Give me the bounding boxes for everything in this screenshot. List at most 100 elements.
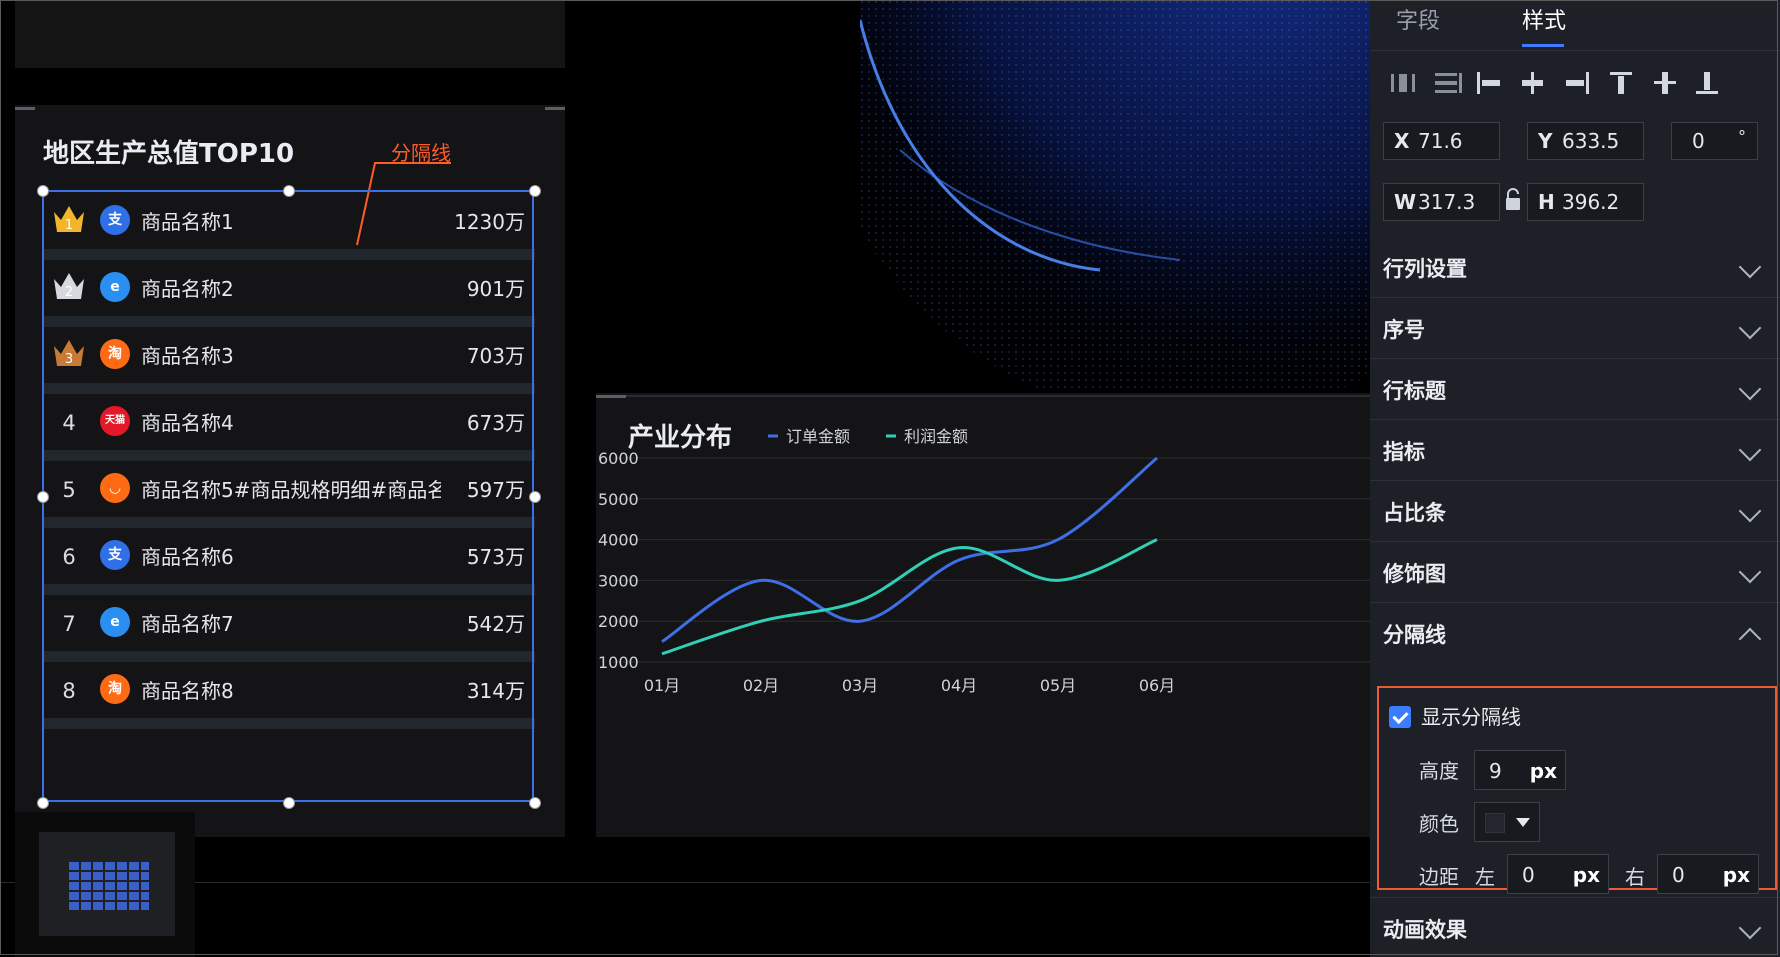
y-tick-label: 5000 [598,490,639,509]
h-field[interactable]: H 396.2 [1527,183,1644,221]
rotation-field[interactable]: 0 ° [1671,122,1758,160]
design-canvas[interactable]: 地区生产总值TOP10 分隔线 1 支商品名称1 1230万 2 e 商品名称2 901万 3… [0,0,1370,957]
tab-bar: 字段 样式 [1370,0,1780,51]
ranking-title: 地区生产总值TOP10 [43,139,295,169]
resize-handle-tl[interactable] [37,185,49,197]
margin-right-input[interactable]: 0 px [1657,854,1759,894]
section-metric[interactable]: 指标 [1370,420,1780,481]
minimap[interactable] [15,812,195,957]
align-center-v-icon[interactable] [1650,70,1680,96]
height-value: 9 [1489,759,1502,783]
section-row-title-label: 行标题 [1383,379,1446,403]
section-index-label: 序号 [1383,318,1425,342]
rank-name: 商品名称3 [141,344,234,368]
tab-field[interactable]: 字段 [1396,3,1440,35]
align-top-icon[interactable] [1606,70,1636,96]
shop-icon: ◡ [100,473,130,503]
rank-name: 商品名称2 [141,277,234,301]
section-ratio-bar[interactable]: 占比条 [1370,481,1780,542]
taobao-icon: 淘 [100,674,130,704]
section-decor-label: 修饰图 [1383,562,1446,586]
chevron-down-icon [1738,438,1762,462]
crown-icon: 1 [54,206,84,233]
rank-name: 商品名称8 [141,679,234,703]
alignment-toolbar [1370,62,1780,102]
section-row-title[interactable]: 行标题 [1370,359,1780,420]
distribute-vertical-icon[interactable] [1432,70,1462,96]
ranking-row[interactable]: 8 淘商品名称8 314万 [43,661,535,729]
section-metric-label: 指标 [1383,440,1425,464]
ranking-row[interactable]: 5 ◡ 商品名称5#商品规格明细#商品名称 597万 [43,460,535,528]
align-center-h-icon[interactable] [1518,70,1548,96]
rank-name: 商品名称6 [141,545,234,569]
x-tick-label: 03月 [842,676,878,695]
crown-icon: 3 [54,340,84,367]
ranking-row[interactable]: 2 e 商品名称2 901万 [43,259,535,327]
w-value: 317.3 [1418,190,1476,214]
rank-name: 商品名称1 [141,210,234,234]
margin-right-value: 0 [1672,863,1685,887]
margin-left-input[interactable]: 0 px [1507,854,1609,894]
distribute-horizontal-icon[interactable] [1388,70,1418,96]
x-field[interactable]: X 71.6 [1383,122,1500,160]
panel-handle-right[interactable] [545,107,565,110]
ranking-row[interactable]: 1 支商品名称1 1230万 [43,192,535,260]
property-panel: 字段 样式 X 71.6 Y 633.5 0 ° W 317.3 H 396.2… [1370,0,1780,957]
rank-index: 7 [62,612,76,636]
section-decor[interactable]: 修饰图 [1370,542,1780,603]
section-animation[interactable]: 动画效果 [1370,897,1780,957]
aspect-lock-icon[interactable] [1503,188,1523,212]
resize-handle-br[interactable] [529,797,541,809]
height-input[interactable]: 9 px [1474,750,1566,790]
margin-right-unit: px [1722,863,1750,887]
ranking-panel[interactable]: 地区生产总值TOP10 分隔线 1 支商品名称1 1230万 2 e 商品名称2 901万 3… [15,105,565,837]
resize-handle-tr[interactable] [529,185,541,197]
align-left-icon[interactable] [1474,70,1504,96]
margin-left-label: 左 [1475,865,1495,889]
color-label: 颜色 [1419,812,1459,836]
canvas-divider [0,882,1370,883]
show-divider-checkbox[interactable] [1389,706,1411,728]
height-label: 高度 [1419,759,1459,783]
section-divider[interactable]: 分隔线 [1370,603,1780,664]
rank-value: 703万 [466,344,525,368]
rank-value: 314万 [466,679,525,703]
ranking-row[interactable]: 3 淘商品名称3 703万 [43,326,535,394]
x-tick-label: 02月 [743,676,779,695]
align-right-icon[interactable] [1562,70,1592,96]
rank-index: 8 [62,679,76,703]
ranking-row[interactable]: 6 支商品名称6 573万 [43,527,535,595]
tab-style[interactable]: 样式 [1522,3,1566,35]
x-tick-label: 06月 [1139,676,1175,695]
w-label: W [1394,190,1417,214]
y-tick-label: 6000 [598,449,639,468]
rank-index: 6 [62,545,76,569]
panel-handle-left[interactable] [15,107,35,110]
ranking-row[interactable]: 4 天猫 商品名称4 673万 [43,393,535,461]
align-bottom-icon[interactable] [1692,70,1722,96]
rotation-value: 0 [1692,129,1705,153]
legend-label: 订单金额 [786,427,850,446]
rank-name: 商品名称7 [141,612,234,636]
section-animation-label: 动画效果 [1383,918,1467,942]
resize-handle-left[interactable] [37,491,49,503]
section-ratio-bar-label: 占比条 [1383,501,1446,525]
resize-handle-right[interactable] [529,491,541,503]
resize-handle-bottom[interactable] [283,797,295,809]
y-tick-label: 2000 [598,612,639,631]
y-label: Y [1538,129,1553,153]
resize-handle-top[interactable] [283,185,295,197]
y-field[interactable]: Y 633.5 [1527,122,1644,160]
line-chart-panel[interactable]: 产业分布 6000 5000 4000 3000 2000 1000 01月 02月 03月 04… [596,393,1370,837]
w-field[interactable]: W 317.3 [1383,183,1500,221]
resize-handle-bl[interactable] [37,797,49,809]
minimap-thumbnail[interactable] [39,832,175,936]
rank-name: 商品名称5#商品规格明细#商品名称 [141,478,441,502]
rank-index: 5 [62,478,76,502]
section-index[interactable]: 序号 [1370,298,1780,359]
top-widget-card[interactable] [15,0,565,68]
ranking-row[interactable]: 7 e 商品名称7 542万 [43,594,535,662]
divider-settings: 显示分隔线 高度 9 px 颜色 边距 左 0 px 右 0 px [1377,686,1777,894]
section-row-col[interactable]: 行列设置 [1370,237,1780,298]
color-picker[interactable] [1474,802,1540,842]
